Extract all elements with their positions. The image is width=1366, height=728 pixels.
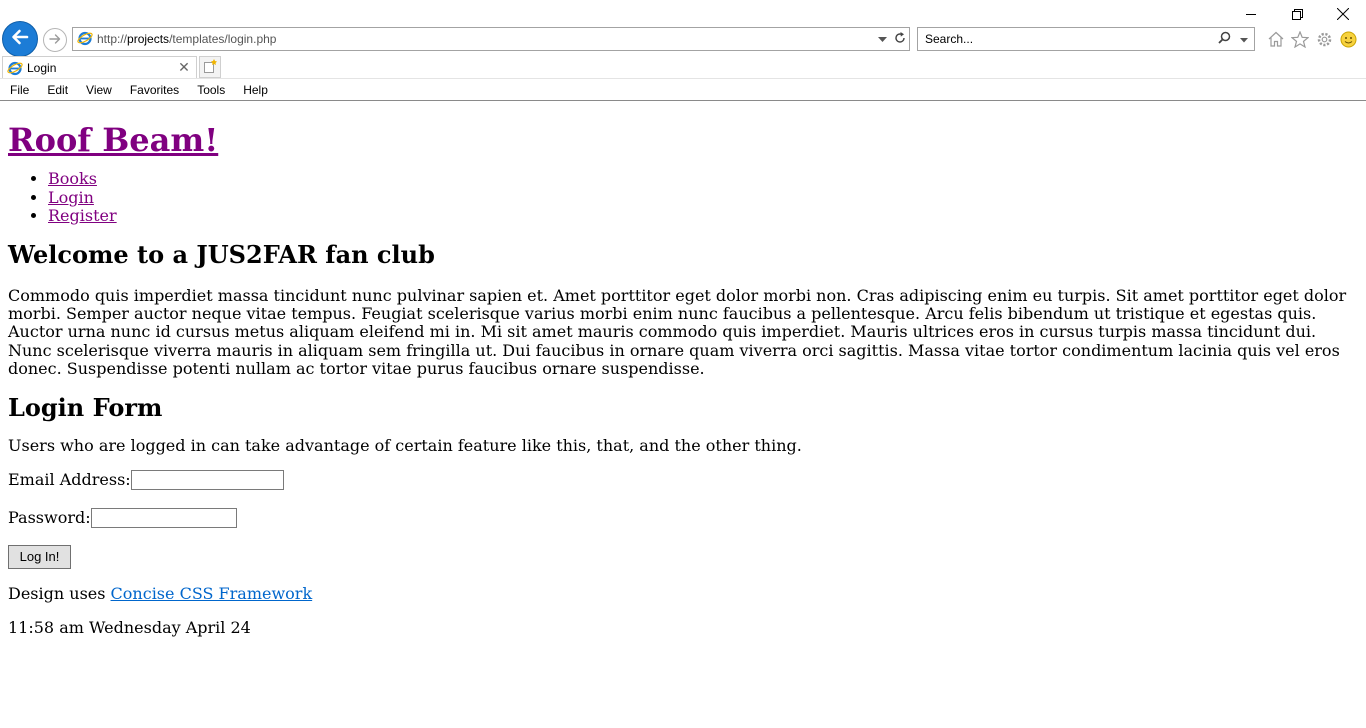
password-row: Password: (8, 507, 1360, 529)
password-label: Password: (8, 508, 91, 528)
restore-button[interactable] (1274, 0, 1320, 28)
intro-paragraph: Commodo quis imperdiet massa tincidunt n… (8, 285, 1347, 379)
new-tab-icon (203, 58, 217, 77)
favorites-star-icon[interactable] (1290, 28, 1310, 50)
menu-help[interactable]: Help (233, 83, 276, 97)
search-icon (1217, 31, 1231, 47)
login-form-heading: Login Form (8, 392, 163, 422)
ie-logo-icon (77, 30, 93, 49)
design-credit-text: Design uses (8, 583, 111, 603)
new-tab-button[interactable] (199, 56, 221, 78)
tab-close-button[interactable]: ✕ (176, 59, 192, 76)
home-icon[interactable] (1266, 28, 1286, 50)
ie-logo-icon (7, 60, 23, 76)
password-field[interactable] (90, 507, 237, 528)
login-button[interactable]: Log In! (8, 544, 71, 569)
nav-link-register[interactable]: Register (48, 206, 117, 225)
site-title-link[interactable]: Roof Beam! (8, 121, 218, 159)
forward-button[interactable] (43, 28, 67, 52)
nav-item-register: Register (48, 206, 1360, 226)
tab-login[interactable]: Login ✕ (2, 56, 197, 78)
search-box[interactable]: Search... (917, 27, 1255, 51)
nav-item-login: Login (48, 188, 1360, 208)
email-label: Email Address: (8, 470, 131, 490)
page-content: Roof Beam! Books Login Register Welcome … (8, 100, 1360, 638)
site-title: Roof Beam! (8, 121, 1360, 159)
welcome-heading: Welcome to a JUS2FAR fan club (8, 239, 435, 269)
email-field[interactable] (130, 469, 284, 490)
restore-icon (1291, 8, 1303, 20)
close-icon (1337, 8, 1349, 20)
browser-chrome: http://projects/templates/login.php Sear… (0, 0, 1366, 101)
login-description: Users who are logged in can take advanta… (8, 435, 802, 455)
menu-bar: File Edit View Favorites Tools Help (0, 78, 1366, 101)
submit-row: Log In! (8, 544, 1360, 569)
address-dropdown-button[interactable] (873, 28, 891, 50)
timestamp: 11:58 am Wednesday April 24 (8, 618, 251, 638)
refresh-button[interactable] (891, 28, 909, 50)
window-controls (1228, 0, 1366, 28)
search-dropdown-button[interactable] (1234, 28, 1254, 50)
close-window-button[interactable] (1320, 0, 1366, 28)
back-button[interactable] (2, 21, 38, 57)
minimize-button[interactable] (1228, 0, 1274, 28)
nav-link-books[interactable]: Books (48, 169, 97, 188)
nav-item-books: Books (48, 169, 1360, 189)
dropdown-arrow-icon (1240, 32, 1248, 46)
search-input[interactable]: Search... (918, 32, 1214, 46)
search-button[interactable] (1214, 28, 1234, 50)
back-arrow-icon (10, 27, 30, 51)
site-nav: Books Login Register (8, 169, 1360, 226)
menu-favorites[interactable]: Favorites (120, 83, 187, 97)
menu-tools[interactable]: Tools (187, 83, 233, 97)
dropdown-arrow-icon (877, 32, 887, 46)
design-credit: Design uses Concise CSS Framework (8, 583, 1360, 603)
address-url[interactable]: http://projects/templates/login.php (97, 32, 873, 46)
nav-link-login[interactable]: Login (48, 188, 94, 207)
menu-file[interactable]: File (0, 83, 37, 97)
smiley-feedback-icon[interactable] (1338, 28, 1358, 50)
email-row: Email Address: (8, 469, 1360, 491)
tab-title: Login (27, 60, 57, 75)
concise-css-link[interactable]: Concise CSS Framework (111, 584, 313, 603)
minimize-icon (1246, 9, 1256, 19)
address-bar[interactable]: http://projects/templates/login.php (72, 27, 910, 51)
forward-arrow-icon (48, 31, 62, 50)
menu-view[interactable]: View (76, 83, 120, 97)
settings-gear-icon[interactable] (1314, 28, 1334, 50)
toolbar-icons (1266, 28, 1358, 50)
menu-edit[interactable]: Edit (37, 83, 76, 97)
refresh-icon (894, 31, 906, 47)
